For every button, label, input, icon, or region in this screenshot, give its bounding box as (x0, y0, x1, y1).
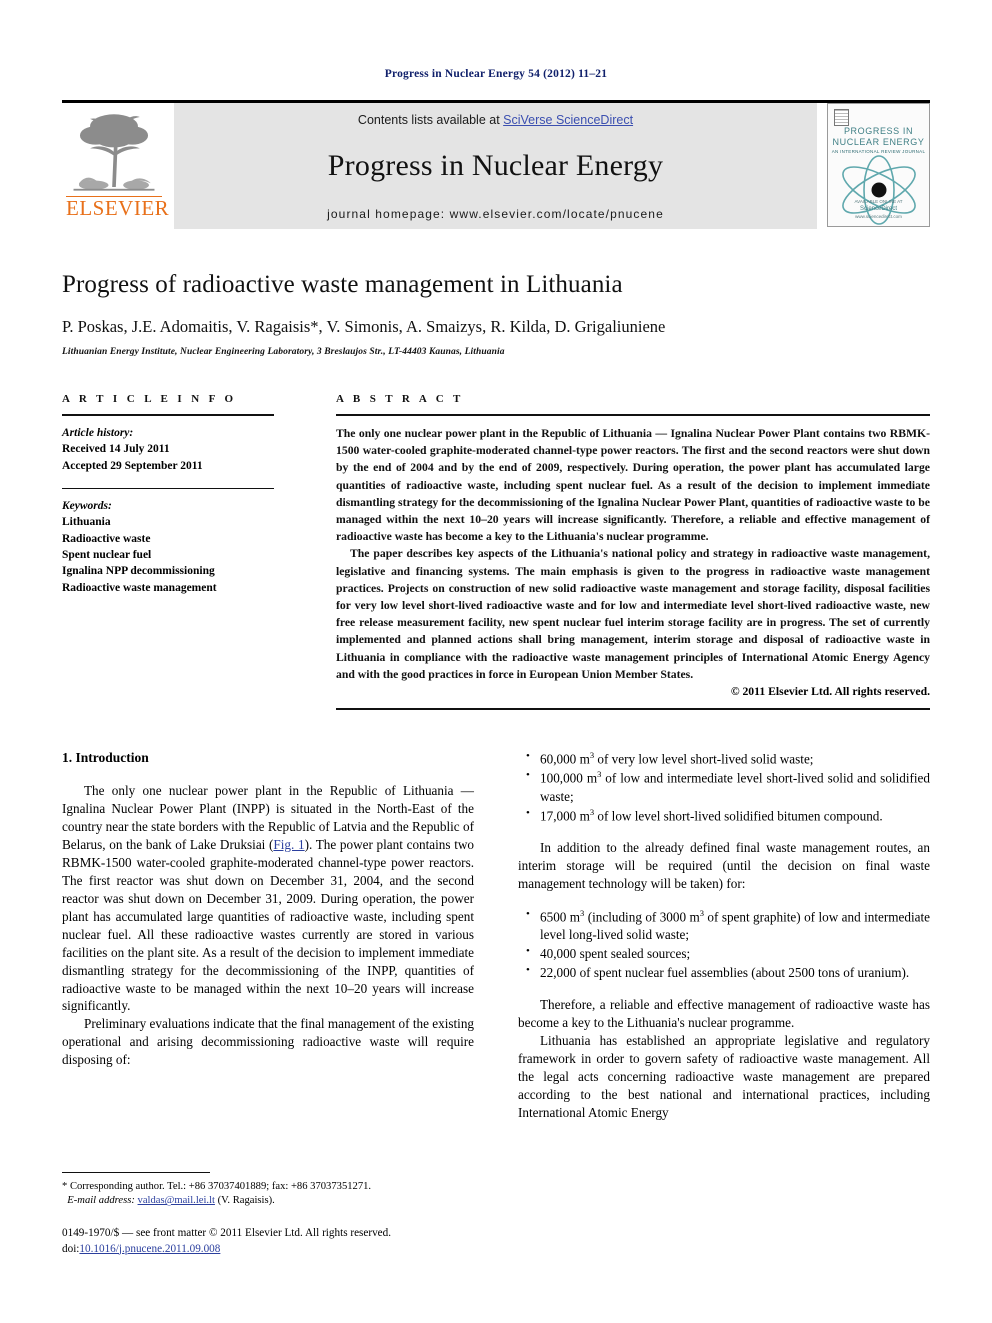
bullet-amount: 60,000 m (540, 751, 590, 767)
contents-available-line: Contents lists available at SciVerse Sci… (358, 113, 633, 127)
info-abstract-row: A R T I C L E I N F O Article history: R… (62, 393, 930, 711)
list-item: 22,000 of spent nuclear fuel assemblies … (526, 963, 930, 982)
list-item: 100,000 m3 of low and intermediate level… (526, 768, 930, 805)
divider (62, 487, 274, 489)
author-list: P. Poskas, J.E. Adomaitis, V. Ragaisis*,… (62, 317, 666, 336)
page-title: Progress of radioactive waste management… (62, 271, 623, 298)
title-block: Progress of radioactive waste management… (62, 271, 930, 357)
list-item: 60,000 m3 of very low level short-lived … (526, 749, 930, 768)
interim-storage-paragraph: In addition to the already defined final… (518, 840, 930, 891)
cover-footer-big: ScienceDirect (859, 206, 897, 213)
body-column-right: 60,000 m3 of very low level short-lived … (518, 749, 930, 1122)
article-info-heading: A R T I C L E I N F O (62, 393, 237, 405)
keyword-item: Lithuania (62, 516, 111, 529)
email-label: E-mail address: (67, 1195, 135, 1207)
email-author: (V. Ragaisis). (217, 1195, 275, 1207)
keyword-item: Radioactive waste management (62, 581, 217, 594)
email-note: E-mail address: valdas@mail.lei.lt (V. R… (62, 1194, 496, 1209)
issn-line: 0149-1970/$ — see front matter © 2011 El… (62, 1227, 392, 1240)
paper-page: Progress in Nuclear Energy 54 (2012) 11–… (0, 0, 992, 1323)
bullet-text: (including of 3000 m (584, 909, 700, 925)
journal-title: Progress in Nuclear Energy (327, 149, 664, 182)
corresponding-author-note: * Corresponding author. Tel.: +86 370374… (62, 1180, 372, 1192)
cover-title-line2: NUCLEAR ENERGY (832, 137, 925, 147)
intro-paragraph-2: Preliminary evaluations indicate that th… (62, 1016, 475, 1068)
divider (336, 414, 930, 416)
intro-para-1b: ). The power plant contains two RBMK-150… (62, 836, 474, 1014)
email-link[interactable]: valdas@mail.lei.lt (138, 1195, 215, 1206)
article-accepted: Accepted 29 September 2011 (62, 459, 203, 472)
list-item: 40,000 spent sealed sources; (526, 944, 930, 963)
bullet-amount: 100,000 m (540, 770, 598, 786)
list-item: 6500 m3 (including of 3000 m3 of spent g… (526, 907, 930, 944)
journal-cover-thumbnail[interactable]: PROGRESS IN NUCLEAR ENERGY AN INTERNATIO… (827, 103, 930, 227)
abstract-column: A B S T R A C T The only one nuclear pow… (300, 393, 930, 711)
body-column-left: 1. Introduction The only one nuclear pow… (62, 750, 474, 1122)
issn-doi-block: 0149-1970/$ — see front matter © 2011 El… (62, 1226, 496, 1257)
keyword-item: Ignalina NPP decommissioning (62, 565, 215, 578)
footnote-block: * Corresponding author. Tel.: +86 370374… (62, 1171, 496, 1257)
doi-link[interactable]: 10.1016/j.pnucene.2011.09.008 (79, 1243, 220, 1255)
divider (62, 414, 274, 416)
elsevier-wordmark: ELSEVIER (66, 196, 170, 220)
keyword-item: Spent nuclear fuel (62, 548, 152, 561)
section-heading-introduction: 1. Introduction (62, 750, 149, 766)
bullet-amount: 6500 m (540, 909, 581, 925)
abstract-paragraph: The only one nuclear power plant in the … (336, 427, 930, 544)
article-info-column: A R T I C L E I N F O Article history: R… (62, 393, 300, 710)
cover-footer: AVAILABLE ONLINE AT ScienceDirect www.sc… (828, 199, 929, 222)
bullet-amount: 22,000 of spent nuclear fuel assemblies … (540, 965, 910, 981)
elsevier-logo: ELSEVIER (62, 103, 170, 229)
article-received: Received 14 July 2011 (62, 443, 170, 456)
conclusion-paragraph-1: Therefore, a reliable and effective mana… (518, 997, 930, 1031)
bullet-amount: 40,000 spent sealed sources; (540, 946, 691, 962)
doi-label: doi: (62, 1242, 80, 1255)
cover-footer-small: AVAILABLE ONLINE AT (854, 198, 903, 204)
affiliation: Lithuanian Energy Institute, Nuclear Eng… (62, 347, 505, 357)
sciencedirect-link[interactable]: SciVerse ScienceDirect (503, 113, 633, 127)
abstract-copyright: © 2011 Elsevier Ltd. All rights reserved… (730, 685, 930, 699)
figure-1-link[interactable]: Fig. 1 (273, 837, 304, 852)
cover-footer-url: www.sciencedirect.com (855, 214, 902, 220)
doi-line: doi:10.1016/j.pnucene.2011.09.008 (62, 1242, 496, 1257)
contents-prefix: Contents lists available at (357, 113, 504, 127)
disposal-bullet-list: 60,000 m3 of very low level short-lived … (518, 749, 930, 825)
cover-title-line1: PROGRESS IN (843, 126, 914, 136)
intro-paragraph-1: The only one nuclear power plant in the … (62, 782, 474, 1015)
keyword-item: Radioactive waste (62, 532, 151, 545)
storage-bullet-list: 6500 m3 (including of 3000 m3 of spent g… (518, 907, 930, 982)
journal-homepage-line[interactable]: journal homepage: www.elsevier.com/locat… (327, 207, 664, 221)
journal-masthead: ELSEVIER Contents lists available at Sci… (62, 100, 930, 229)
bullet-amount: 17,000 m (540, 808, 590, 824)
elsevier-tree-icon (73, 114, 155, 191)
abstract-heading: A B S T R A C T (336, 393, 464, 405)
bullet-text: of low level short-lived solidified bitu… (594, 808, 883, 824)
abstract-paragraph: The paper describes key aspects of the L… (336, 547, 930, 681)
article-history-label: Article history: (62, 427, 134, 439)
running-head: Progress in Nuclear Energy 54 (2012) 11–… (384, 68, 608, 80)
keywords-label: Keywords: (62, 499, 112, 512)
list-item: 17,000 m3 of low level short-lived solid… (526, 806, 930, 825)
conclusion-paragraph-2: Lithuania has established an appropriate… (518, 1033, 930, 1120)
journal-band: Contents lists available at SciVerse Sci… (174, 103, 817, 229)
footnote-divider (62, 1171, 210, 1173)
divider (336, 708, 930, 711)
bullet-text: of very low level short-lived solid wast… (594, 751, 814, 767)
cover-badge-icon (834, 109, 849, 126)
body-columns: 1. Introduction The only one nuclear pow… (62, 749, 930, 1122)
